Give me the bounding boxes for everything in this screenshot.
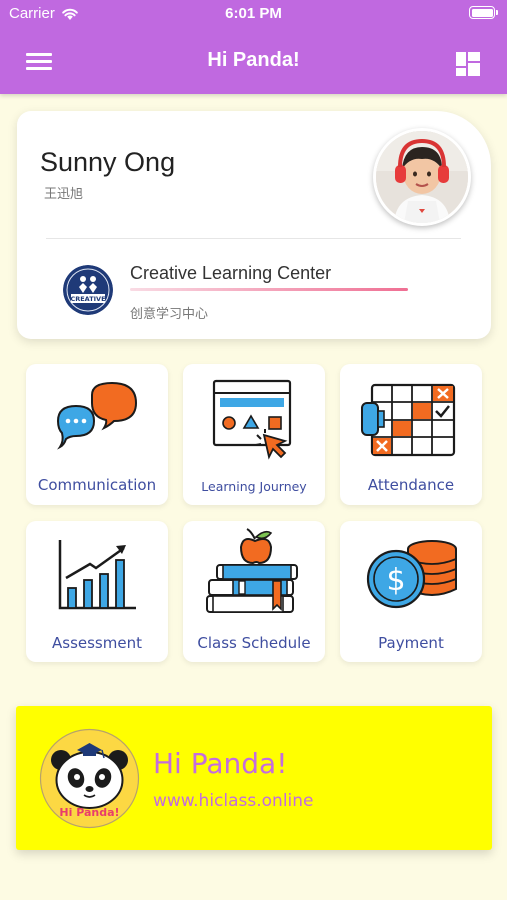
student-name: Sunny Ong [40, 147, 176, 177]
tile-label: Class Schedule [197, 634, 311, 652]
tile-label: Communication [37, 476, 157, 494]
banner-title: Hi Panda! [153, 747, 288, 780]
browser-cursor-icon [212, 379, 292, 460]
dashboard-grid-icon[interactable] [456, 52, 480, 76]
page-title: Hi Panda! [207, 49, 300, 71]
tile-payment[interactable]: $ Payment [340, 521, 482, 662]
status-bar: Carrier 6:01 PM [0, 0, 507, 28]
top-app-bar: Carrier 6:01 PM Hi Panda! [0, 0, 507, 94]
student-name-chinese: 王迅旭 [44, 186, 84, 201]
tile-assessment[interactable]: Assessment [26, 521, 168, 662]
center-name: Creative Learning Center [130, 263, 332, 283]
center-logo: CREATIVE [63, 265, 113, 315]
panda-logo-text: Hi Panda! [59, 806, 119, 819]
tile-label: Assessment [52, 634, 142, 652]
battery-icon [469, 6, 498, 19]
tile-communication[interactable]: Communication [26, 364, 168, 505]
tile-class-schedule[interactable]: Class Schedule [183, 521, 325, 662]
divider [46, 238, 461, 239]
promo-banner[interactable]: Hi Panda! Hi Panda! www.hiclass.online [16, 706, 492, 850]
calendar-check-icon [361, 383, 456, 457]
tile-label: Payment [378, 634, 444, 652]
status-time: 6:01 PM [225, 5, 282, 22]
tile-label: Attendance [367, 476, 455, 494]
banner-url-link[interactable]: www.hiclass.online [153, 791, 314, 811]
child-photo-icon [376, 131, 468, 223]
books-apple-icon [206, 528, 298, 613]
tile-learning-journey[interactable]: Learning Journey [183, 364, 325, 505]
dollar-coins-icon: $ [366, 540, 457, 609]
center-accent-bar [130, 288, 408, 291]
panda-logo-icon: Hi Panda! [39, 728, 140, 829]
tile-attendance[interactable]: Attendance [340, 364, 482, 505]
student-avatar[interactable] [373, 128, 471, 226]
profile-card[interactable]: Sunny Ong 王迅旭 CREATIVE Creative Learning… [17, 111, 491, 339]
tile-label: Learning Journey [201, 479, 307, 494]
chat-bubbles-icon [56, 381, 138, 450]
svg-text:$: $ [386, 563, 405, 598]
bar-chart-icon [58, 540, 136, 610]
center-logo-text: CREATIVE [70, 295, 105, 303]
center-name-chinese: 创意学习中心 [130, 306, 209, 321]
